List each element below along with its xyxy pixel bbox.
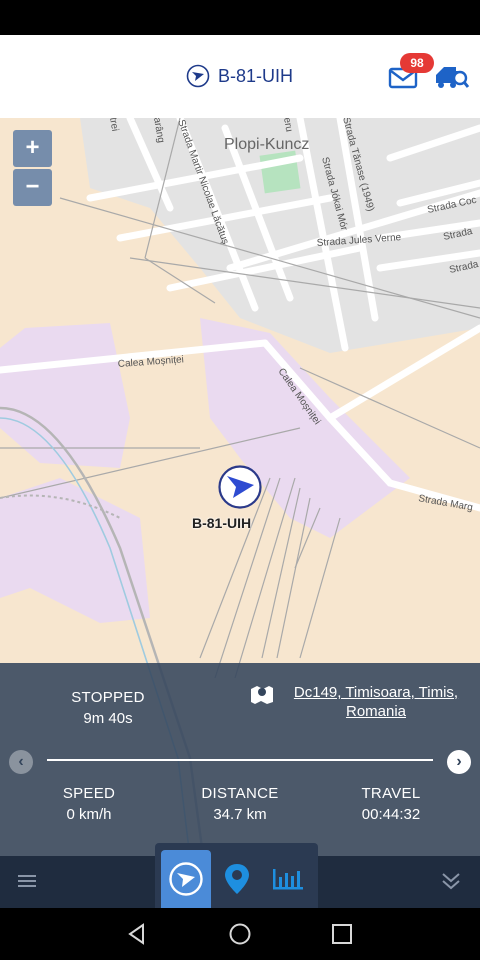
android-navigation-bar xyxy=(0,908,480,960)
status-stat: STOPPED 9m 40s xyxy=(58,689,158,727)
travel-label: TRAVEL xyxy=(361,785,421,802)
fleet-search-button[interactable] xyxy=(434,63,470,91)
map-pin-icon xyxy=(251,686,273,704)
vehicle-info-panel: STOPPED 9m 40s Dc149, Timisoara, Timis, … xyxy=(0,663,480,856)
status-bar xyxy=(0,0,480,35)
timeline-slider[interactable] xyxy=(47,759,433,761)
status-label: STOPPED xyxy=(71,689,145,706)
vehicle-title: B-81-UIH xyxy=(218,65,294,86)
bar-chart-icon xyxy=(273,869,303,890)
navigation-arrow-icon xyxy=(169,862,203,896)
truck-search-icon xyxy=(436,67,470,88)
vehicle-map-label: B-81-UIH xyxy=(192,515,252,531)
vehicle-title-group[interactable]: B-81-UIH xyxy=(186,61,293,91)
zoom-in-button[interactable]: + xyxy=(13,130,52,167)
next-button[interactable]: › xyxy=(447,750,471,774)
previous-button[interactable]: ‹ xyxy=(9,750,33,774)
location-pin-icon xyxy=(225,864,249,894)
zoom-out-button[interactable]: − xyxy=(13,169,52,206)
speed-stat: SPEED 0 km/h xyxy=(39,785,139,823)
app-header: B-81-UIH 98 xyxy=(0,35,480,118)
speed-label: SPEED xyxy=(62,785,116,802)
tab-reports[interactable] xyxy=(263,850,313,908)
double-chevron-down-icon[interactable] xyxy=(439,870,463,892)
address-block[interactable]: Dc149, Timisoara, Timis, Romania xyxy=(250,683,470,721)
home-icon[interactable] xyxy=(228,922,252,946)
back-icon[interactable] xyxy=(125,922,149,946)
address-link[interactable]: Dc149, Timisoara, Timis, Romania xyxy=(282,683,470,721)
travel-stat: TRAVEL 00:44:32 xyxy=(341,785,441,823)
tab-track[interactable] xyxy=(161,850,211,908)
message-count-badge: 98 xyxy=(400,53,434,73)
distance-label: DISTANCE xyxy=(201,785,279,802)
hamburger-icon[interactable] xyxy=(15,870,39,892)
map-label-plopi: Plopi-Kuncz xyxy=(224,136,309,153)
zoom-controls: + − xyxy=(13,130,52,206)
distance-stat: DISTANCE 34.7 km xyxy=(180,785,300,823)
recents-icon[interactable] xyxy=(330,922,354,946)
navigation-arrow-icon xyxy=(186,64,210,88)
distance-value: 34.7 km xyxy=(213,806,267,823)
vehicle-marker-icon[interactable] xyxy=(217,464,263,510)
tab-location[interactable] xyxy=(212,850,262,908)
status-value: 9m 40s xyxy=(83,710,133,727)
travel-value: 00:44:32 xyxy=(361,806,421,823)
speed-value: 0 km/h xyxy=(66,806,112,823)
